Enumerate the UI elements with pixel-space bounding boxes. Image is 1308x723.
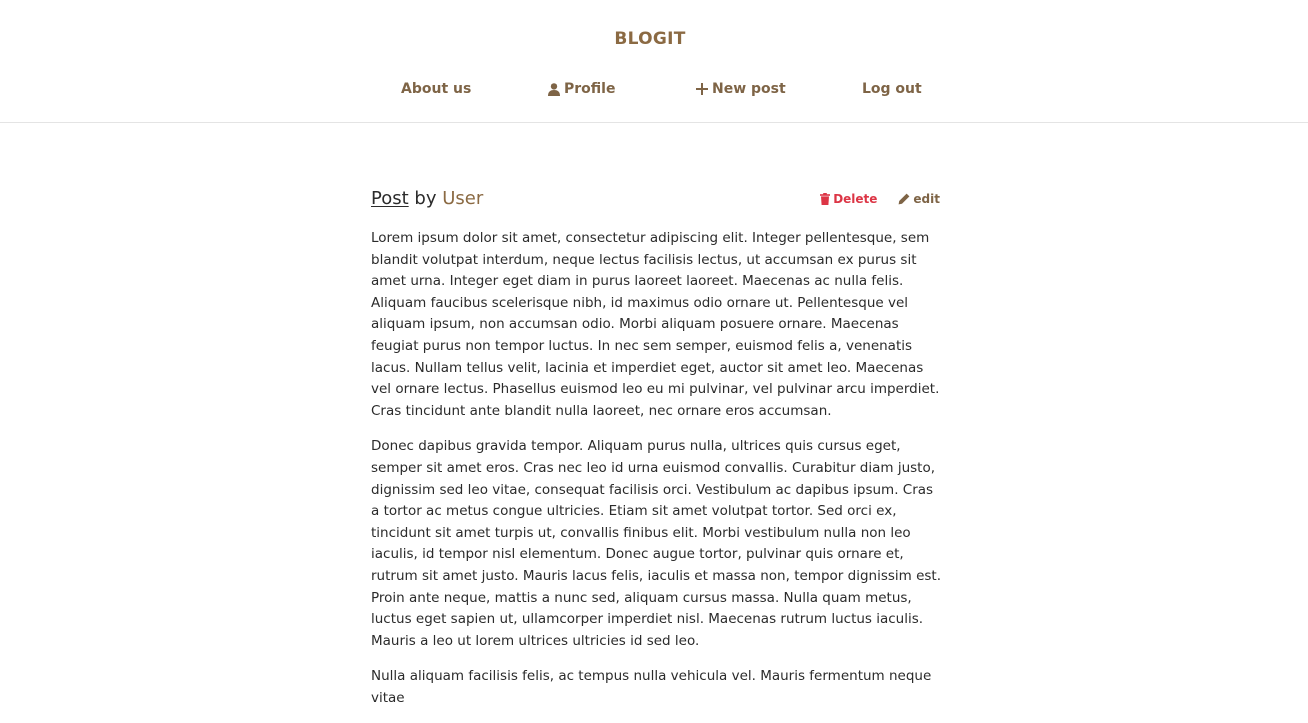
post-paragraph-2: Donec dapibus gravida tempor. Aliquam pu… [371, 438, 941, 649]
post-body: Lorem ipsum dolor sit amet, consectetur … [371, 228, 945, 709]
post-actions: Delete edit [820, 192, 940, 206]
brand-logo-link[interactable]: BLOGIT [0, 29, 1300, 49]
nav-profile-label: Profile [564, 81, 616, 97]
nav-profile[interactable]: Profile [548, 81, 615, 97]
nav-about-us-label: About us [401, 81, 472, 97]
post-header: Post by User Delete edit [371, 186, 945, 214]
nav-log-out-label: Log out [862, 81, 922, 97]
plus-icon [696, 83, 708, 95]
post-title: Post by User [371, 188, 483, 209]
nav-about-us[interactable]: About us [401, 81, 471, 97]
edit-label: edit [913, 192, 940, 206]
post-paragraph-3: Nulla aliquam facilisis felis, ac tempus… [371, 668, 932, 706]
pencil-icon [898, 193, 910, 205]
nav-log-out[interactable]: Log out [862, 81, 922, 97]
edit-button[interactable]: edit [898, 192, 940, 206]
post-article: Post by User Delete edit Lorem ipsum dol… [371, 186, 945, 723]
post-title-link[interactable]: Post [371, 188, 409, 209]
post-author-link[interactable]: User [442, 188, 483, 209]
delete-label: Delete [833, 192, 878, 206]
post-by-text: by [414, 188, 437, 209]
main-nav: About us Profile New post Log out [0, 81, 1300, 101]
delete-button[interactable]: Delete [820, 192, 877, 206]
nav-new-post[interactable]: New post [696, 81, 786, 97]
nav-new-post-label: New post [712, 81, 786, 97]
user-icon [548, 82, 560, 96]
trash-icon [820, 193, 831, 205]
site-header: BLOGIT About us Profile New post Log out [0, 0, 1308, 123]
post-paragraph-1: Lorem ipsum dolor sit amet, consectetur … [371, 230, 940, 419]
